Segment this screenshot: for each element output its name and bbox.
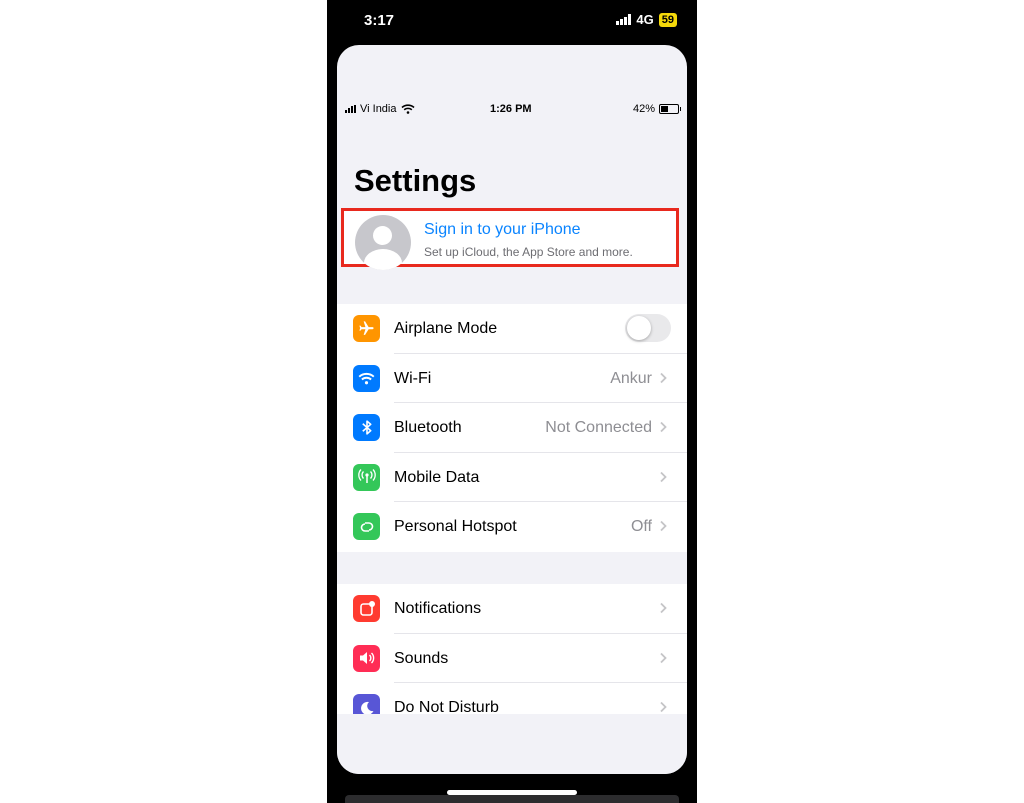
personal-hotspot-label: Personal Hotspot	[394, 518, 517, 536]
settings-screen: Vi India 1:26 PM 42% Settings Sign in to…	[337, 45, 687, 774]
speaker-icon	[353, 644, 380, 672]
bluetooth-row[interactable]: Bluetooth Not Connected	[337, 403, 687, 453]
mobile-data-label: Mobile Data	[394, 468, 480, 486]
battery-icon	[659, 104, 681, 114]
chevron-right-icon	[660, 471, 667, 482]
bluetooth-label: Bluetooth	[394, 419, 462, 437]
wifi-value: Ankur	[610, 369, 652, 387]
airplane-mode-toggle[interactable]	[625, 314, 671, 342]
wifi-label: Wi-Fi	[394, 369, 432, 387]
airplane-icon	[353, 315, 380, 342]
wifi-icon	[353, 364, 380, 392]
page-title: Settings	[354, 163, 477, 198]
outer-clock: 3:17	[364, 12, 395, 29]
signal-icon	[616, 14, 632, 25]
bluetooth-icon	[353, 414, 380, 442]
chevron-right-icon	[660, 521, 667, 532]
inner-battery-group: 42%	[632, 103, 681, 115]
sounds-label: Sounds	[394, 649, 449, 667]
do-not-disturb-row[interactable]: Do Not Disturb	[337, 683, 687, 714]
airplane-mode-label: Airplane Mode	[394, 320, 498, 337]
connectivity-group: Airplane Mode Wi-Fi Ankur Bluetooth Not …	[337, 304, 687, 552]
wifi-status-icon	[400, 104, 415, 114]
sign-in-subtitle: Set up iCloud, the App Store and more.	[424, 245, 633, 259]
chevron-right-icon	[660, 422, 667, 433]
mobile-data-row[interactable]: Mobile Data	[337, 453, 687, 503]
notifications-group: Notifications Sounds Do Not Disturb	[337, 584, 687, 714]
inner-clock: 1:26 PM	[490, 103, 532, 115]
avatar	[355, 215, 411, 270]
hotspot-icon	[353, 513, 380, 541]
wifi-row[interactable]: Wi-Fi Ankur	[337, 354, 687, 404]
personal-hotspot-row[interactable]: Personal Hotspot Off	[337, 502, 687, 552]
sign-in-row[interactable]: Sign in to your iPhone Set up iCloud, th…	[341, 208, 679, 270]
notifications-row[interactable]: Notifications	[337, 584, 687, 634]
sign-in-title: Sign in to your iPhone	[424, 221, 581, 238]
phone-frame: 3:17 4G 59 Vi India 1:26 PM 42% Settings…	[327, 0, 697, 803]
home-indicator[interactable]	[447, 790, 577, 795]
screen-bottom-area	[337, 714, 687, 774]
carrier-group: Vi India	[345, 103, 415, 115]
bottom-strip	[345, 795, 679, 803]
battery-level: 59	[658, 12, 677, 27]
outer-status-bar: 3:17 4G 59	[327, 0, 697, 40]
airplane-mode-row[interactable]: Airplane Mode	[337, 304, 687, 354]
notifications-label: Notifications	[394, 600, 482, 617]
inner-status-bar: Vi India 1:26 PM 42%	[337, 101, 687, 119]
moon-icon	[353, 694, 380, 714]
outer-status-right: 4G 59	[616, 12, 677, 27]
network-type: 4G	[636, 12, 654, 27]
battery-percent: 42%	[632, 103, 655, 115]
carrier-name: Vi India	[360, 103, 397, 115]
antenna-icon	[353, 463, 380, 491]
chevron-right-icon	[660, 652, 667, 663]
notifications-icon	[353, 595, 380, 622]
bluetooth-value: Not Connected	[545, 419, 652, 437]
sounds-row[interactable]: Sounds	[337, 634, 687, 684]
chevron-right-icon	[660, 702, 667, 713]
cellular-signal-icon	[345, 105, 356, 113]
chevron-right-icon	[660, 602, 667, 614]
chevron-right-icon	[660, 372, 667, 383]
personal-hotspot-value: Off	[630, 518, 652, 536]
do-not-disturb-label: Do Not Disturb	[394, 699, 499, 714]
